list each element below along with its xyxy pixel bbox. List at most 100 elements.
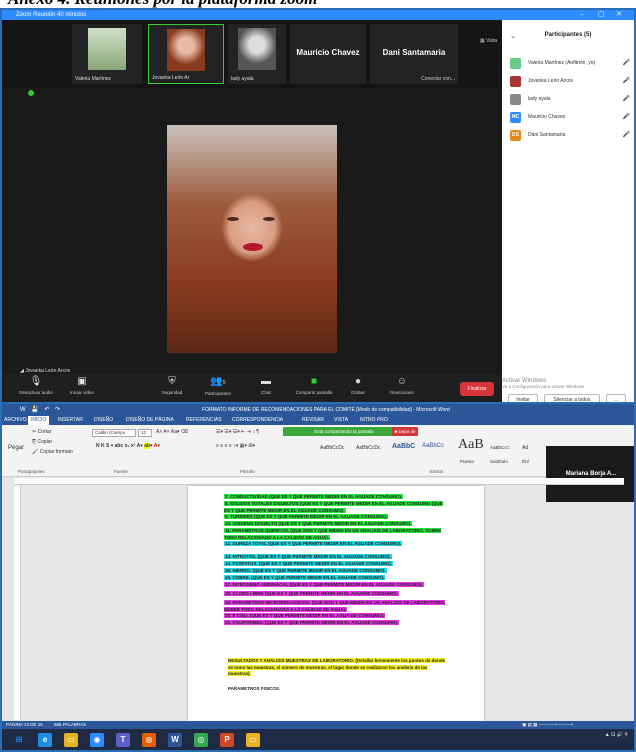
tile-name: Jovanka León Ar	[152, 75, 190, 81]
video-tile-mauricio[interactable]: Mauricio Chavez	[290, 24, 366, 84]
style-name-title: Puesto	[460, 459, 475, 464]
zoom-icon[interactable]: ◉	[90, 733, 104, 747]
active-speaker-video	[167, 125, 337, 353]
style-normal[interactable]: AaBbCcDc	[320, 445, 344, 451]
tab-revisar[interactable]: REVISAR	[302, 416, 324, 425]
list-item: 15. HIERRO. (QUE ES Y QUE PERMITE MEDIR …	[224, 568, 387, 573]
avatar	[510, 76, 521, 87]
reactions-button[interactable]: ☺ Reacciones	[382, 374, 422, 395]
avatar	[167, 29, 205, 71]
teams-icon[interactable]: T	[116, 733, 130, 747]
clipboard-group-label: Portapapeles	[18, 469, 45, 474]
mute-button[interactable]: 🎙 Desactivar audio	[16, 374, 56, 395]
edge-icon[interactable]: e	[38, 733, 52, 747]
participant-row[interactable]: DS Dani Santamaria 🎤	[510, 130, 632, 142]
style-heading1[interactable]: AaBbC	[392, 443, 415, 450]
shield-icon: ⛨	[168, 376, 176, 387]
mute-all-button[interactable]: Silenciar a todos	[544, 394, 600, 402]
folder-icon[interactable]: ▭	[246, 733, 260, 747]
close-icon[interactable]: ✕	[616, 10, 622, 20]
participant-row[interactable]: lady ayala 🎤	[510, 94, 632, 106]
tab-diseno-pagina[interactable]: DISEÑO DE PÁGINA	[126, 416, 174, 425]
chrome-icon[interactable]: ◎	[194, 733, 208, 747]
video-tile-dani[interactable]: Dani Santamaria Conectar con...	[370, 24, 458, 84]
mic-muted-icon: 🎤	[622, 114, 630, 120]
cut-button[interactable]: ✂ Cortar	[32, 429, 52, 435]
font-size-select[interactable]: 12	[138, 429, 152, 437]
minimize-icon[interactable]: –	[580, 10, 584, 20]
video-tile-valeria[interactable]: Valeria Martínez	[72, 24, 142, 84]
participants-icon: 👥5	[210, 376, 226, 387]
avatar: DS	[510, 130, 521, 141]
video-tile-jovanka[interactable]: Jovanka León Ar	[148, 24, 224, 84]
style-title[interactable]: AaB	[458, 437, 484, 453]
ribbon-tabs: ARCHIVO INICIO INSERTAR DISEÑO DISEÑO DE…	[2, 416, 634, 425]
font-format-icons[interactable]: N K S ▾ abc x₂ x² A▾ ab▾ A▾	[96, 443, 160, 449]
tab-vista[interactable]: VISTA	[334, 416, 348, 425]
end-meeting-button[interactable]: Finalizar	[460, 382, 494, 396]
list-item: 17. NITROGENO AMONIACAL (QUE ES Y QUE PE…	[224, 582, 424, 587]
tab-referencias[interactable]: REFERENCIAS	[186, 416, 222, 425]
view-icons[interactable]: ▣ ▤ ▦ −———+———+	[522, 721, 573, 729]
copy-button[interactable]: ⎘ Copiar	[32, 439, 52, 445]
list-item: 11. PARAMETROS QUIMICOS. (QUE SON Y QUE …	[224, 528, 442, 540]
style-subtitle[interactable]: AaBbCcC	[490, 445, 510, 450]
status-bar: PÁGINA 13 DE 16 686 PALABRAS ▣ ▤ ▦ −———+…	[2, 721, 634, 729]
meeting-toolbar: 🎙 Desactivar audio ▣ Iniciar video ⛨ Seguri…	[2, 374, 502, 402]
more-button[interactable]: …	[606, 394, 626, 402]
participants-button[interactable]: 👥5 Participantes	[198, 374, 238, 396]
tab-correspondencia[interactable]: CORRESPONDENCIA	[232, 416, 283, 425]
font-grow-icon[interactable]: A˄ A˅ Aa▾ ⌫	[156, 429, 188, 435]
powerpoint-icon[interactable]: P	[220, 733, 234, 747]
tab-nitro-pro[interactable]: NITRO PRO	[360, 416, 388, 425]
list-item: 9. TURBIDEZ (QUE ES Y QUE PERMITE MEDIR …	[224, 514, 389, 519]
zoom-window: Zoom Reunión 40 minutos – ▢ ✕ Valeria Ma…	[0, 8, 636, 404]
invite-button[interactable]: Invitar	[508, 394, 538, 402]
participant-row[interactable]: Jovanka León Arcos 🎤	[510, 76, 632, 88]
list-item: 13. NITRATOS. (QUE ES Y QUE PERMITE MEDI…	[224, 554, 392, 559]
stop-share-button[interactable]: ■ Dejar de	[392, 427, 418, 436]
quick-access-toolbar[interactable]: W 💾 ↶ ↷	[20, 404, 62, 416]
video-detail	[263, 217, 275, 221]
share-screen-button[interactable]: ■ Compartir pantalla	[294, 374, 334, 395]
results-paragraph: RESULTADOS Y ANÁLISIS MUESTRAS DE LABORA…	[228, 658, 446, 676]
style-heading2[interactable]: AaBbCc	[422, 443, 444, 449]
page-count: PÁGINA 13 DE 16	[6, 722, 43, 727]
horizontal-ruler	[14, 478, 624, 485]
tab-insertar[interactable]: INSERTAR	[58, 416, 83, 425]
view-button[interactable]: ▦ Vista	[480, 38, 497, 44]
share-screen-icon: ■	[310, 376, 318, 387]
format-painter-button[interactable]: 🖌 Copiar formato	[32, 449, 73, 455]
participant-row[interactable]: Valeria Martínez (Anfitrión, yo) 🎤	[510, 58, 632, 70]
record-button[interactable]: ● Grabar	[338, 374, 378, 395]
participant-row[interactable]: MC Mauricio Chavez 🎤	[510, 112, 632, 124]
list-icons[interactable]: ☰▾ ☰▾ ☰▾ ⇤ ⇥ ↕ ¶	[216, 429, 259, 435]
windows-icon[interactable]: ⊞	[12, 733, 26, 747]
file-explorer-icon[interactable]: ▭	[64, 733, 78, 747]
font-name-select[interactable]: Calibri (Cuerpo	[92, 429, 136, 437]
security-button[interactable]: ⛨ Seguridad	[152, 374, 192, 395]
participants-panel: ⌄ Participantes (5) Valeria Martínez (An…	[502, 20, 634, 402]
avatar: MC	[510, 112, 521, 123]
paste-button[interactable]: Pegar	[8, 445, 24, 451]
list-item: 18. CLORO LIBRE (QUE ES Y QUE PERMITE ME…	[224, 591, 399, 596]
shared-video-thumbnail: Mariana Borja A...	[546, 446, 634, 502]
start-video-button[interactable]: ▣ Iniciar video	[62, 374, 102, 395]
chat-button[interactable]: ▬ Chat	[246, 374, 286, 395]
system-tray[interactable]: ▲ ⊡ 🔊 ⚲	[605, 732, 628, 739]
tile-name: lady ayala	[231, 76, 254, 82]
video-tile-lady[interactable]: lady ayala	[228, 24, 286, 84]
tab-archivo[interactable]: ARCHIVO	[4, 416, 27, 425]
align-icons[interactable]: ≡ ≡ ≡ ≡ ↕▾ ▦▾ ⊞▾	[216, 443, 255, 449]
tab-inicio[interactable]: INICIO	[28, 416, 50, 425]
tab-diseno[interactable]: DISEÑO	[94, 416, 113, 425]
mic-muted-icon: 🎤	[622, 78, 630, 84]
style-emphasis[interactable]: Ad	[522, 445, 528, 451]
word-icon[interactable]: W	[168, 733, 182, 747]
document-page: 7. CONDUCTIVIDAD (QUE ES Y QUE PERMITE M…	[188, 486, 484, 728]
maximize-icon[interactable]: ▢	[598, 10, 605, 20]
mic-muted-icon: 🎤	[622, 60, 630, 66]
video-detail	[227, 217, 239, 221]
style-no-spacing[interactable]: AaBbCcDc	[356, 445, 380, 451]
firefox-icon[interactable]: ◍	[142, 733, 156, 747]
